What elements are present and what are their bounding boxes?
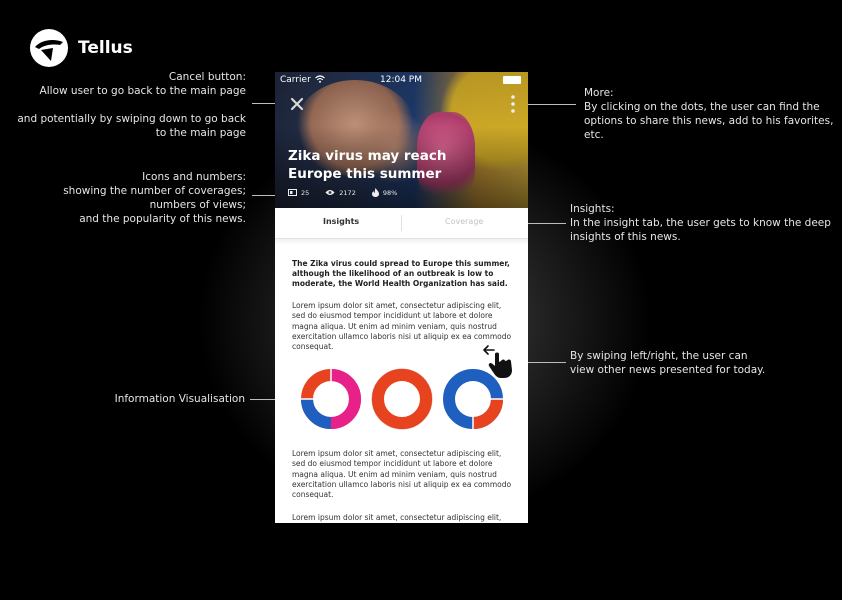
close-icon[interactable] — [288, 95, 306, 113]
donut-chart-1 — [300, 368, 361, 429]
popularity: 98% — [371, 188, 398, 197]
annotation-cancel-title: Cancel button: — [168, 71, 246, 83]
annotation-icons-line2: numbers of views; — [149, 199, 246, 211]
annotation-icons-line1: showing the number of coverages; — [63, 185, 246, 197]
tab-bar: Insights Coverage — [275, 208, 528, 239]
brand: Tellus — [29, 28, 133, 68]
wifi-icon — [315, 75, 325, 83]
annotation-icons: Icons and numbers: showing the number of… — [63, 170, 246, 226]
annotation-insights-line1: In the insight tab, the user gets to kno… — [570, 217, 831, 229]
tab-divider — [401, 215, 402, 231]
tellus-logo-icon — [30, 29, 68, 67]
article-paragraph-2: Lorem ipsum dolor sit amet, consectetur … — [292, 449, 512, 500]
status-bar: Carrier 12:04 PM — [275, 72, 528, 88]
tab-coverage[interactable]: Coverage — [445, 217, 483, 226]
annotation-info-vis: Information Visualisation — [114, 393, 245, 405]
view-count: 2172 — [325, 189, 356, 197]
donut-chart-2 — [371, 368, 433, 430]
annotation-insights-title: Insights: — [570, 203, 615, 215]
tab-shadow — [275, 239, 528, 245]
battery-icon — [503, 76, 521, 84]
popularity-value: 98% — [382, 188, 398, 197]
annotation-swipe-line1: By swiping left/right, the user can — [570, 350, 748, 362]
coverage-count-value: 25 — [301, 188, 310, 197]
annotation-swipe-line2: view other news presented for today. — [570, 364, 766, 376]
article-hero[interactable]: Carrier 12:04 PM Zika virus may reach Eu… — [275, 72, 528, 208]
eye-icon — [325, 190, 335, 195]
swipe-hand-icon — [483, 345, 512, 378]
annotation-more: More: By clicking on the dots, the user … — [584, 86, 833, 142]
carrier-label: Carrier — [280, 75, 311, 85]
article-title: Zika virus may reach Europe this summer — [288, 148, 447, 182]
annotation-cancel: Cancel button: Allow user to go back to … — [17, 70, 246, 140]
annotation-icons-line3: and the popularity of this news. — [79, 213, 246, 225]
article-stats: 25 2172 98% — [288, 188, 413, 197]
annotation-cancel-line3: to the main page — [155, 127, 246, 139]
annotation-more-title: More: — [584, 87, 614, 99]
more-vertical-icon[interactable] — [510, 94, 516, 114]
annotation-cancel-line1: Allow user to go back to the main page — [39, 85, 246, 97]
annotation-more-line1: By clicking on the dots, the user can fi… — [584, 101, 820, 113]
annotation-cancel-line2: and potentially by swiping down to go ba… — [17, 113, 246, 125]
view-count-value: 2172 — [339, 188, 356, 197]
annotation-swipe: By swiping left/right, the user can view… — [570, 349, 765, 377]
tab-insights[interactable]: Insights — [323, 217, 359, 226]
phone-screen: Carrier 12:04 PM Zika virus may reach Eu… — [275, 72, 528, 523]
status-time: 12:04 PM — [380, 75, 422, 85]
annotation-insights-line2: insights of this news. — [570, 231, 681, 243]
article-paragraph-3: Lorem ipsum dolor sit amet, consectetur … — [292, 513, 502, 522]
annotation-insights: Insights: In the insight tab, the user g… — [570, 202, 831, 244]
annotation-icons-title: Icons and numbers: — [142, 171, 246, 183]
annotation-more-line2: options to share this news, add to his f… — [584, 115, 834, 127]
annotation-more-line3: etc. — [584, 129, 604, 141]
coverage-count: 25 — [288, 189, 309, 197]
brand-name: Tellus — [78, 38, 133, 58]
article-paragraph-1: Lorem ipsum dolor sit amet, consectetur … — [292, 301, 512, 352]
pointer-line-more — [520, 104, 576, 105]
coverage-icon — [288, 189, 297, 196]
flame-icon — [371, 188, 379, 197]
article-lead: The Zika virus could spread to Europe th… — [292, 259, 510, 289]
